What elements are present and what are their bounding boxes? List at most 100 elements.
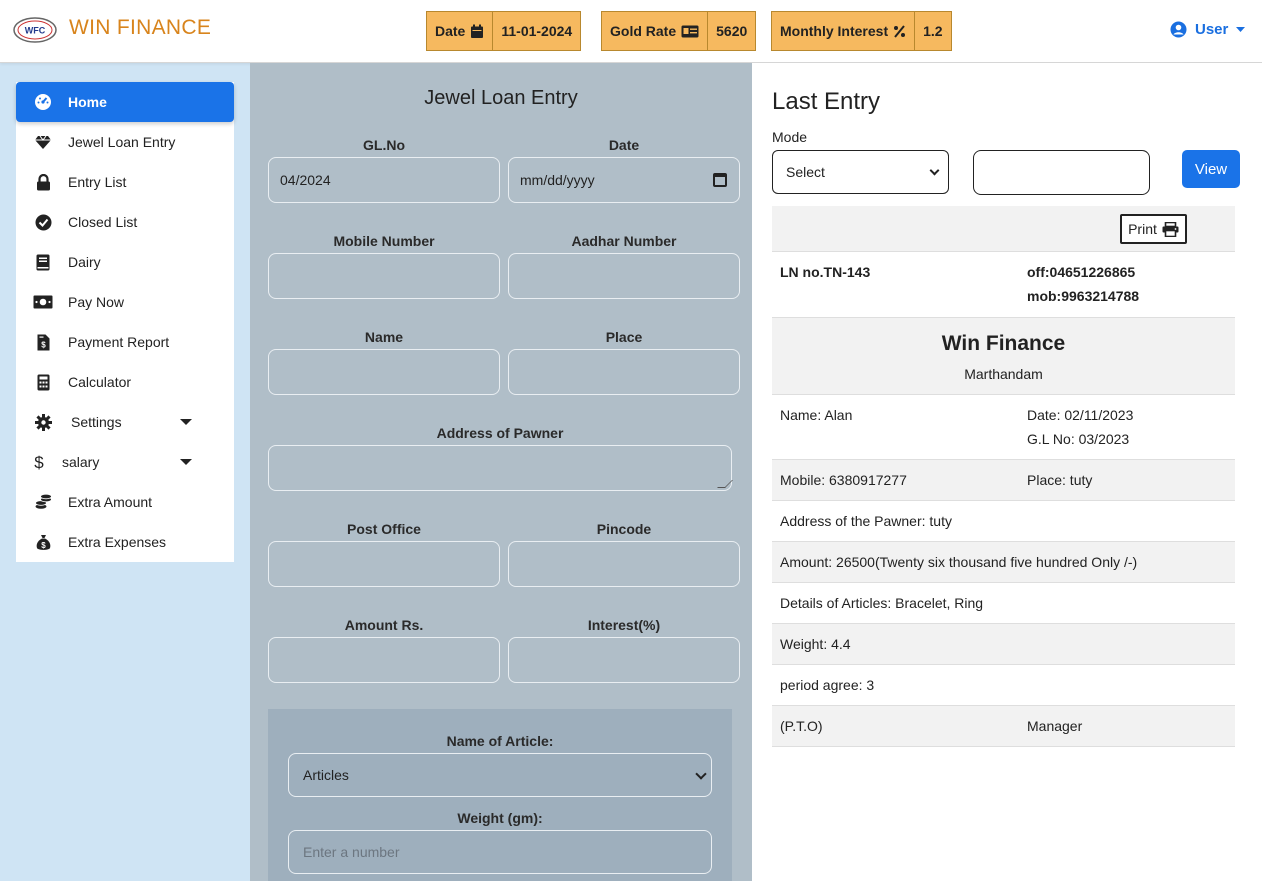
pawner-place: Place: tuty bbox=[1027, 472, 1093, 488]
sidebar-item-extra-amount[interactable]: Extra Amount bbox=[16, 482, 234, 522]
view-button[interactable]: View bbox=[1182, 150, 1240, 188]
loan-amount: Amount: 26500(Twenty six thousand five h… bbox=[780, 554, 1138, 570]
pincode-label: Pincode bbox=[596, 521, 652, 537]
book-icon bbox=[32, 251, 54, 273]
receipt-print-row: Print bbox=[772, 206, 1235, 252]
sidebar-item-label: salary bbox=[62, 454, 100, 470]
interest-chip-value: 1.2 bbox=[923, 23, 943, 39]
post-office-label: Post Office bbox=[347, 521, 421, 537]
date-input[interactable]: mm/dd/yyyy bbox=[508, 157, 740, 203]
address-textarea[interactable] bbox=[268, 445, 733, 491]
caret-down-icon bbox=[1236, 26, 1246, 32]
aadhar-label: Aadhar Number bbox=[571, 233, 677, 249]
office-phone: off:04651226865 bbox=[1027, 264, 1136, 280]
user-menu-label: User bbox=[1195, 21, 1229, 38]
amount-label: Amount Rs. bbox=[344, 617, 424, 633]
aadhar-input[interactable] bbox=[508, 253, 740, 299]
glno-input[interactable]: 04/2024 bbox=[268, 157, 500, 203]
receipt-articles-row: Details of Articles: Bracelet, Ring bbox=[772, 583, 1235, 624]
sidebar-item-label: Closed List bbox=[68, 214, 138, 230]
pincode-input[interactable] bbox=[508, 541, 740, 587]
article-weight: Weight: 4.4 bbox=[780, 636, 851, 652]
pawner-name: Name: Alan bbox=[780, 407, 853, 423]
invoice-icon: $ bbox=[32, 331, 54, 353]
receipt-amount-row: Amount: 26500(Twenty six thousand five h… bbox=[772, 542, 1235, 583]
sidebar-item-label: Calculator bbox=[68, 374, 132, 390]
sidebar-item-settings[interactable]: Settings bbox=[16, 402, 234, 442]
glno-input-value: 04/2024 bbox=[280, 172, 331, 188]
user-menu[interactable]: User bbox=[1170, 21, 1246, 38]
resize-handle[interactable] bbox=[717, 480, 733, 488]
gold-chip-label-wrap: Gold Rate bbox=[602, 12, 709, 50]
sidebar-item-label: Settings bbox=[71, 414, 122, 430]
mobile-input[interactable] bbox=[268, 253, 500, 299]
amount-input[interactable] bbox=[268, 637, 500, 683]
post-office-input[interactable] bbox=[268, 541, 500, 587]
place-input[interactable] bbox=[508, 349, 740, 395]
pto-text: (P.T.O) bbox=[780, 718, 823, 734]
receipt-period-row: period agree: 3 bbox=[772, 665, 1235, 706]
glno-label: GL.No bbox=[363, 137, 405, 153]
name-input[interactable] bbox=[268, 349, 500, 395]
chevron-down-icon bbox=[929, 165, 940, 176]
date-label: Date bbox=[608, 137, 640, 153]
interest-chip: Monthly Interest 1.2 bbox=[771, 11, 952, 51]
caret-down-icon bbox=[180, 419, 192, 425]
weight-input-placeholder: Enter a number bbox=[303, 844, 400, 860]
mode-search-input[interactable] bbox=[973, 150, 1150, 195]
receipt-header-row: LN no.TN-143 off:04651226865 mob:9963214… bbox=[772, 252, 1235, 318]
loan-date: Date: 02/11/2023 bbox=[1027, 407, 1134, 423]
mode-label: Mode bbox=[772, 129, 808, 145]
date-chip-label-wrap: Date bbox=[427, 12, 494, 50]
sidebar-item-calculator[interactable]: Calculator bbox=[16, 362, 234, 402]
sidebar-item-dairy[interactable]: Dairy bbox=[16, 242, 234, 282]
mode-select-value: Select bbox=[786, 164, 825, 180]
period-agreed: period agree: 3 bbox=[780, 677, 875, 693]
sidebar-item-entry-list[interactable]: Entry List bbox=[16, 162, 234, 202]
top-navbar: WFC WIN FINANCE Date 11-01-2024 Gold Rat… bbox=[0, 0, 1262, 63]
mode-select[interactable]: Select bbox=[772, 150, 949, 194]
article-select[interactable]: Articles bbox=[288, 753, 712, 797]
printer-icon bbox=[1162, 221, 1179, 237]
interest-input[interactable] bbox=[508, 637, 740, 683]
date-chip-label: Date bbox=[435, 23, 466, 39]
mobile-label: Mobile Number bbox=[333, 233, 435, 249]
id-card-icon bbox=[681, 25, 699, 37]
svg-text:$: $ bbox=[34, 453, 44, 471]
manager-text: Manager bbox=[1027, 718, 1083, 734]
gold-chip-label: Gold Rate bbox=[610, 23, 677, 39]
gauge-icon bbox=[32, 91, 54, 113]
lock-icon bbox=[32, 171, 54, 193]
interest-label: Interest(%) bbox=[587, 617, 661, 633]
weight-input[interactable]: Enter a number bbox=[288, 830, 712, 874]
name-label: Name bbox=[364, 329, 404, 345]
sidebar-item-closed-list[interactable]: Closed List bbox=[16, 202, 234, 242]
sidebar-item-home[interactable]: Home bbox=[16, 82, 234, 122]
company-name: Win Finance bbox=[941, 332, 1066, 355]
coins-icon bbox=[32, 491, 54, 513]
brand-name[interactable]: WIN FINANCE bbox=[69, 16, 211, 40]
money-icon bbox=[32, 291, 54, 313]
pawner-address: Address of the Pawner: tuty bbox=[780, 513, 952, 529]
calendar-picker-icon[interactable] bbox=[713, 173, 727, 187]
gold-rate-chip: Gold Rate 5620 bbox=[601, 11, 757, 51]
sidebar-item-pay-now[interactable]: Pay Now bbox=[16, 282, 234, 322]
sidebar-item-label: Extra Amount bbox=[68, 494, 153, 510]
sidebar: Home Jewel Loan Entry Entry List Closed … bbox=[16, 82, 234, 562]
sidebar-item-payment-report[interactable]: $ Payment Report bbox=[16, 322, 234, 362]
sidebar-item-jewel-loan-entry[interactable]: Jewel Loan Entry bbox=[16, 122, 234, 162]
print-button[interactable]: Print bbox=[1120, 214, 1187, 244]
weight-label: Weight (gm): bbox=[457, 810, 543, 826]
sidebar-item-label: Home bbox=[68, 94, 107, 110]
place-label: Place bbox=[605, 329, 643, 345]
interest-chip-label: Monthly Interest bbox=[780, 23, 889, 39]
sidebar-item-label: Pay Now bbox=[68, 294, 125, 310]
sidebar-item-salary[interactable]: $ salary bbox=[16, 442, 234, 482]
date-input-placeholder: mm/dd/yyyy bbox=[520, 172, 595, 188]
sidebar-item-extra-expenses[interactable]: $ Extra Expenses bbox=[16, 522, 234, 562]
gear-icon bbox=[32, 411, 54, 433]
sidebar-item-label: Dairy bbox=[68, 254, 101, 270]
sidebar-item-label: Payment Report bbox=[68, 334, 170, 350]
calculator-icon bbox=[32, 371, 54, 393]
dollar-icon: $ bbox=[28, 451, 50, 473]
